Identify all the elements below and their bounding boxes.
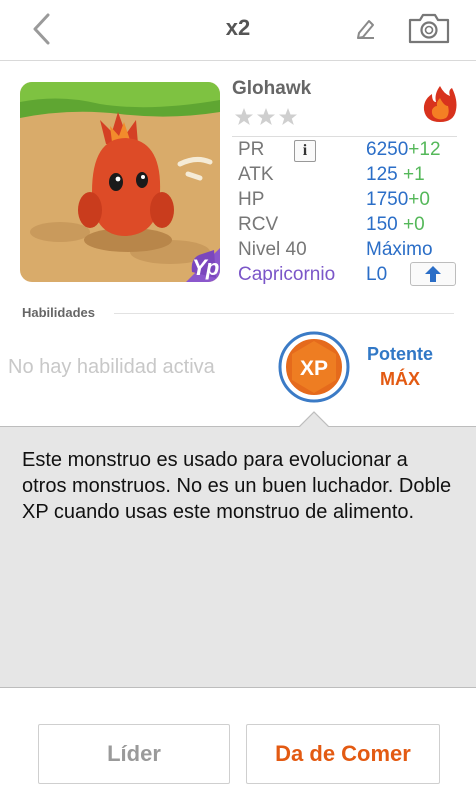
description-panel: Este monstruo es usado para evolucionar … xyxy=(0,426,476,688)
camera-icon[interactable] xyxy=(408,12,450,44)
leader-button[interactable]: Líder xyxy=(38,724,230,784)
atk-value-group: 125 +1 xyxy=(366,164,425,186)
skills-divider xyxy=(114,313,454,314)
monster-portrait[interactable]: Yp xyxy=(20,82,220,282)
pencil-icon[interactable] xyxy=(354,16,378,40)
pr-value-group: 6250+12 xyxy=(366,139,441,161)
pr-value: 6250 xyxy=(366,139,409,160)
rcv-label: RCV xyxy=(238,214,279,235)
atk-bonus: +1 xyxy=(402,164,425,185)
top-bar: x2 xyxy=(0,0,476,61)
hp-label: HP xyxy=(238,189,265,210)
upgrade-arrow-button[interactable] xyxy=(410,262,456,286)
hp-value-group: 1750+0 xyxy=(366,189,430,211)
fire-icon xyxy=(423,86,457,122)
atk-value: 125 xyxy=(366,164,398,185)
stat-row-sign: Capricornio L0 xyxy=(232,262,457,287)
xp-text: XP xyxy=(300,357,328,380)
max-label: MÁX xyxy=(380,369,420,389)
level-value: Máximo xyxy=(366,239,433,260)
xp-badge-icon: Yp xyxy=(192,255,219,280)
hp-value: 1750 xyxy=(366,189,409,210)
page-title: x2 xyxy=(225,15,251,40)
feed-button[interactable]: Da de Comer xyxy=(246,724,440,784)
stat-row-hp: HP 1750+0 xyxy=(232,187,457,212)
description-pointer xyxy=(299,411,329,427)
hp-bonus: +0 xyxy=(408,189,430,210)
pr-label: PR xyxy=(238,139,265,160)
level-label: Nivel 40 xyxy=(238,239,307,260)
no-active-skill-text: No hay habilidad activa xyxy=(8,356,215,378)
description-text: Este monstruo es usado para evolucionar … xyxy=(22,449,452,523)
sign-value: L0 xyxy=(366,264,388,285)
stat-row-rcv: RCV 150 +0 xyxy=(232,212,457,237)
rcv-value: 150 xyxy=(366,214,398,235)
stat-row-level: Nivel 40 Máximo xyxy=(232,237,457,262)
potente-label: Potente xyxy=(366,344,433,364)
rcv-value-group: 150 +0 xyxy=(366,214,425,236)
stat-row-atk: ATK 125 +1 xyxy=(232,162,457,187)
rcv-bonus: +0 xyxy=(402,214,425,235)
monster-name: Glohawk xyxy=(232,78,312,99)
sign-label: Capricornio xyxy=(238,264,336,285)
stat-row-pr: PR i 6250+12 xyxy=(232,137,457,162)
star-rating xyxy=(235,108,297,125)
xp-boost-icon[interactable]: XP xyxy=(278,331,350,403)
arrow-up-icon xyxy=(425,266,441,282)
pr-bonus: +12 xyxy=(408,139,441,160)
skills-label: Habilidades xyxy=(22,305,95,320)
info-icon[interactable]: i xyxy=(294,140,316,162)
stats-table: PR i 6250+12 ATK 125 +1 HP 1750+0 RCV 15… xyxy=(232,136,457,287)
atk-label: ATK xyxy=(238,164,274,185)
